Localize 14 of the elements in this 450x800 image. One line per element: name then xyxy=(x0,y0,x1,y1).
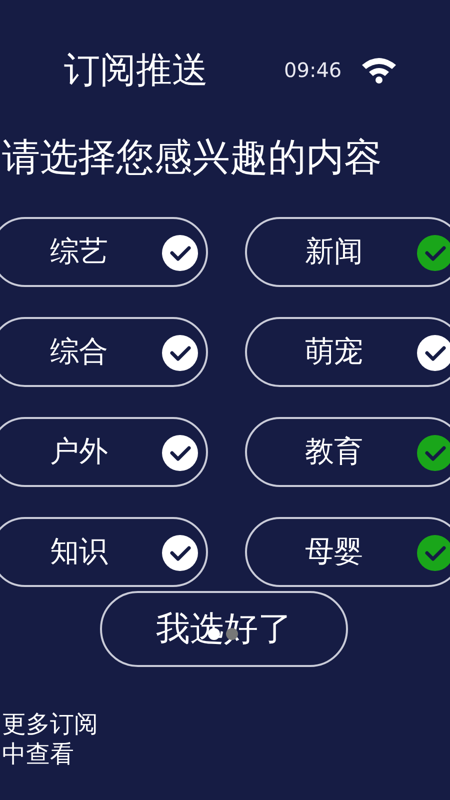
topic-option[interactable]: 知识 xyxy=(0,517,208,587)
topic-option[interactable]: 综合 xyxy=(0,317,208,387)
topic-option[interactable]: 教育 xyxy=(245,417,450,487)
topic-option[interactable]: 萌宠 xyxy=(245,317,450,387)
topic-option[interactable]: 新闻 xyxy=(245,217,450,287)
status-time: 09:46 xyxy=(284,58,342,82)
footer-text: 中查看 xyxy=(2,739,75,769)
wifi-icon xyxy=(360,56,398,84)
topic-option[interactable]: 综艺 xyxy=(0,217,208,287)
topic-option[interactable]: 户外 xyxy=(0,417,208,487)
prompt-heading: 请选择您感兴趣的内容 xyxy=(2,134,383,181)
footer-text: 更多订阅 xyxy=(2,709,99,739)
page-title: 订阅推送 xyxy=(64,48,209,92)
topic-option[interactable]: 母婴 xyxy=(245,517,450,587)
